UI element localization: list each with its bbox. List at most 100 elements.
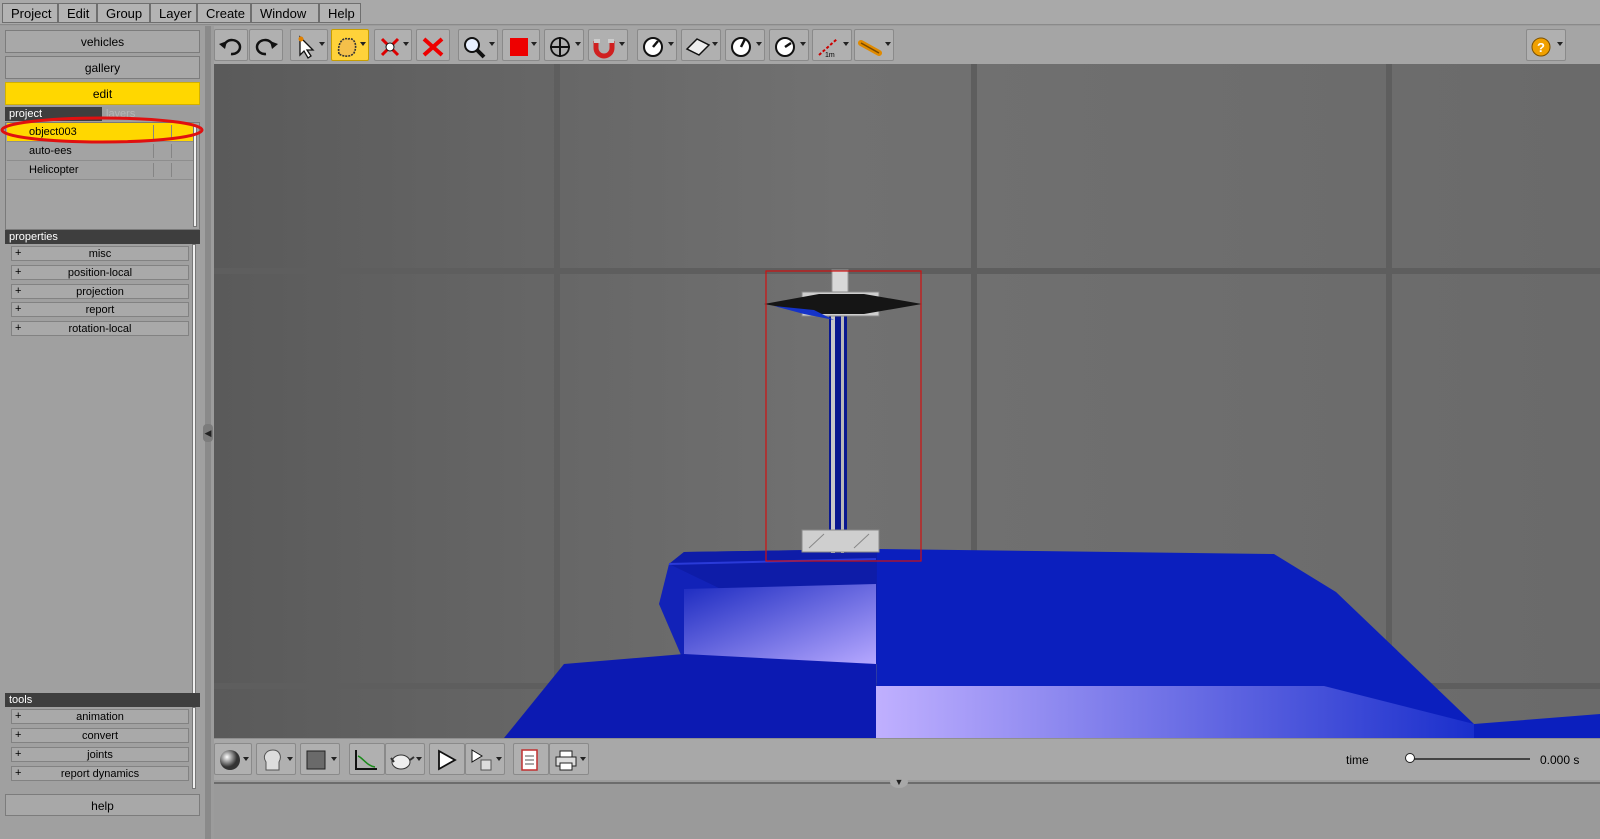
redo-button[interactable] bbox=[249, 29, 283, 61]
tool-label: joints bbox=[87, 749, 113, 761]
select-arrow-icon bbox=[298, 35, 315, 59]
tree-item-helicopter[interactable]: Helicopter bbox=[7, 161, 193, 180]
print-button[interactable] bbox=[549, 743, 589, 775]
color-swatch-icon bbox=[306, 750, 326, 770]
angle-icon bbox=[731, 37, 751, 57]
property-misc[interactable]: + misc bbox=[11, 246, 189, 261]
property-label: misc bbox=[88, 248, 112, 260]
edit-button[interactable]: edit bbox=[5, 82, 200, 105]
gauge-icon bbox=[643, 37, 663, 57]
tools-header: tools bbox=[5, 693, 200, 707]
tool-animation[interactable]: + animation bbox=[11, 709, 189, 724]
visibility-checkbox[interactable] bbox=[153, 144, 169, 158]
tool-report-dynamics[interactable]: + report dynamics bbox=[11, 766, 189, 781]
color-button[interactable] bbox=[502, 29, 540, 61]
expand-icon: + bbox=[15, 767, 22, 779]
menu-window[interactable]: Window bbox=[251, 3, 319, 23]
expand-icon: + bbox=[15, 748, 22, 760]
time-slider-handle[interactable] bbox=[1405, 753, 1415, 763]
left-panel: vehicles gallery edit project layers obj… bbox=[0, 26, 205, 839]
head-icon bbox=[263, 749, 281, 771]
brush-icon bbox=[858, 40, 882, 56]
rotate-gauge-button[interactable] bbox=[769, 29, 809, 61]
lock-checkbox[interactable] bbox=[171, 163, 187, 177]
property-label: position-local bbox=[67, 267, 133, 279]
menu-project[interactable]: Project bbox=[2, 3, 58, 23]
play-icon bbox=[438, 749, 457, 771]
play-options-button[interactable] bbox=[465, 743, 505, 775]
3d-viewport[interactable] bbox=[214, 64, 1600, 738]
select-tool-button[interactable] bbox=[290, 29, 328, 61]
zoom-button[interactable] bbox=[458, 29, 498, 61]
undo-button[interactable] bbox=[214, 29, 248, 61]
vehicles-button[interactable]: vehicles bbox=[5, 30, 200, 53]
expand-icon: + bbox=[15, 285, 22, 297]
tool-label: report dynamics bbox=[60, 768, 140, 780]
lasso-select-icon bbox=[337, 37, 357, 57]
cut-joint-icon bbox=[380, 37, 400, 57]
expand-icon: + bbox=[15, 729, 22, 741]
expand-console-icon[interactable]: ▼ bbox=[890, 776, 908, 788]
scene-render bbox=[214, 64, 1600, 738]
teapot-button[interactable] bbox=[385, 743, 425, 775]
play-settings-icon bbox=[471, 749, 492, 771]
property-rotation-local[interactable]: + rotation-local bbox=[11, 321, 189, 336]
time-slider[interactable] bbox=[1405, 753, 1530, 763]
help-menu-button[interactable]: ? bbox=[1526, 29, 1566, 61]
property-report[interactable]: + report bbox=[11, 302, 189, 317]
property-projection[interactable]: + projection bbox=[11, 284, 189, 299]
tools-scrollbar[interactable] bbox=[192, 707, 196, 789]
property-label: projection bbox=[76, 286, 124, 298]
tool-convert[interactable]: + convert bbox=[11, 728, 189, 743]
main-toolbar: 1m ? bbox=[214, 26, 1600, 64]
graph-icon bbox=[355, 750, 377, 770]
sphere-icon bbox=[220, 750, 240, 770]
time-label: time bbox=[1346, 753, 1369, 767]
menu-create[interactable]: Create bbox=[197, 3, 251, 23]
color-icon bbox=[510, 38, 528, 56]
teapot-icon bbox=[390, 754, 415, 770]
gallery-button[interactable]: gallery bbox=[5, 56, 200, 79]
svg-text:?: ? bbox=[1537, 40, 1545, 55]
lock-checkbox[interactable] bbox=[171, 144, 187, 158]
expand-icon: + bbox=[15, 266, 22, 278]
visibility-checkbox[interactable] bbox=[153, 163, 169, 177]
playback-toolbar: time 0.000 s bbox=[214, 738, 1600, 780]
gauge-button[interactable] bbox=[637, 29, 677, 61]
tool-joints[interactable]: + joints bbox=[11, 747, 189, 762]
collapse-panel-icon[interactable]: ◀ bbox=[203, 424, 213, 442]
properties-header: properties bbox=[5, 230, 200, 244]
undo-icon bbox=[219, 38, 242, 56]
background-color-button[interactable] bbox=[300, 743, 340, 775]
lasso-select-button[interactable] bbox=[331, 29, 369, 61]
angle-button[interactable] bbox=[725, 29, 765, 61]
render-mode-button[interactable] bbox=[214, 743, 252, 775]
properties-header-label: properties bbox=[9, 231, 58, 243]
help-button[interactable]: help bbox=[5, 794, 200, 816]
measure-button[interactable]: 1m bbox=[812, 29, 852, 61]
time-value: 0.000 s bbox=[1540, 753, 1580, 767]
report-button[interactable] bbox=[513, 743, 549, 775]
camera-view-button[interactable] bbox=[256, 743, 296, 775]
menu-help[interactable]: Help bbox=[319, 3, 361, 23]
output-console[interactable]: ▼ bbox=[214, 776, 1600, 839]
menu-layer[interactable]: Layer bbox=[150, 3, 197, 23]
menu-group[interactable]: Group bbox=[97, 3, 150, 23]
help-icon: ? bbox=[1531, 37, 1551, 57]
report-icon bbox=[521, 749, 538, 771]
play-button[interactable] bbox=[429, 743, 465, 775]
menu-bar: Project Edit Group Layer Create Window H… bbox=[0, 0, 1600, 25]
svg-text:1m: 1m bbox=[825, 52, 835, 59]
brush-button[interactable] bbox=[854, 29, 894, 61]
graph-button[interactable] bbox=[349, 743, 385, 775]
property-position-local[interactable]: + position-local bbox=[11, 265, 189, 280]
plane-button[interactable] bbox=[681, 29, 721, 61]
plane-icon bbox=[685, 38, 711, 56]
cut-joint-button[interactable] bbox=[374, 29, 412, 61]
delete-button[interactable] bbox=[416, 29, 450, 61]
menu-edit[interactable]: Edit bbox=[58, 3, 97, 23]
tree-item-label: Helicopter bbox=[29, 164, 79, 176]
magnet-button[interactable] bbox=[588, 29, 628, 61]
properties-scrollbar[interactable] bbox=[192, 244, 196, 694]
move-button[interactable] bbox=[544, 29, 584, 61]
